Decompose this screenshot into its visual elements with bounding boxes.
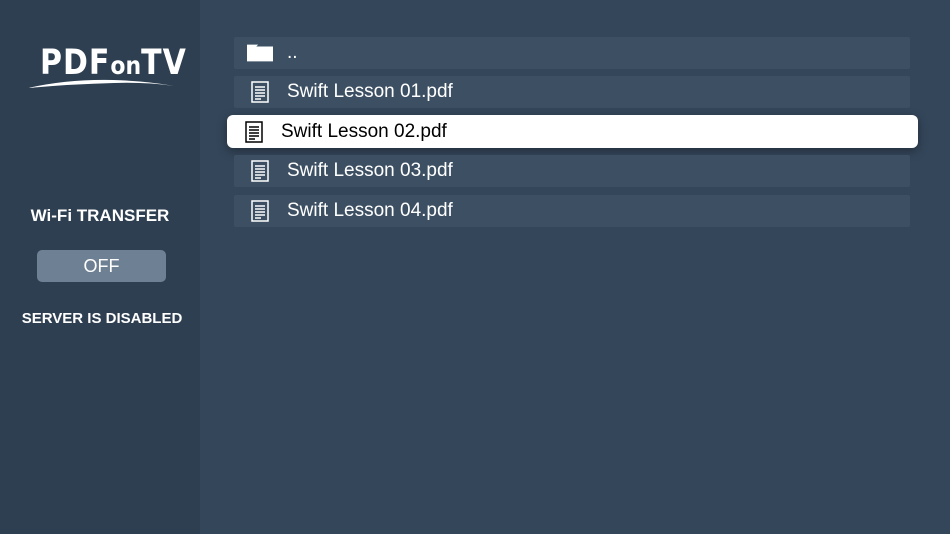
list-item-label: .. bbox=[287, 42, 298, 63]
file-list: .. Swift Lesson 01.pdf Swift Lesson 02.p… bbox=[0, 0, 950, 534]
list-item-label: Swift Lesson 04.pdf bbox=[287, 200, 453, 221]
folder-icon bbox=[247, 44, 273, 62]
document-icon bbox=[241, 120, 267, 143]
document-icon bbox=[247, 81, 273, 103]
document-icon bbox=[247, 160, 273, 182]
document-icon bbox=[247, 200, 273, 222]
list-item-file[interactable]: Swift Lesson 03.pdf bbox=[234, 155, 910, 187]
list-item-label: Swift Lesson 02.pdf bbox=[281, 120, 447, 142]
list-item-label: Swift Lesson 01.pdf bbox=[287, 81, 453, 102]
list-item-file[interactable]: Swift Lesson 01.pdf bbox=[234, 76, 910, 108]
list-item-file-selected[interactable]: Swift Lesson 02.pdf bbox=[227, 115, 918, 148]
list-item-label: Swift Lesson 03.pdf bbox=[287, 160, 453, 181]
list-item-parent-folder[interactable]: .. bbox=[234, 37, 910, 69]
list-item-file[interactable]: Swift Lesson 04.pdf bbox=[234, 195, 910, 227]
